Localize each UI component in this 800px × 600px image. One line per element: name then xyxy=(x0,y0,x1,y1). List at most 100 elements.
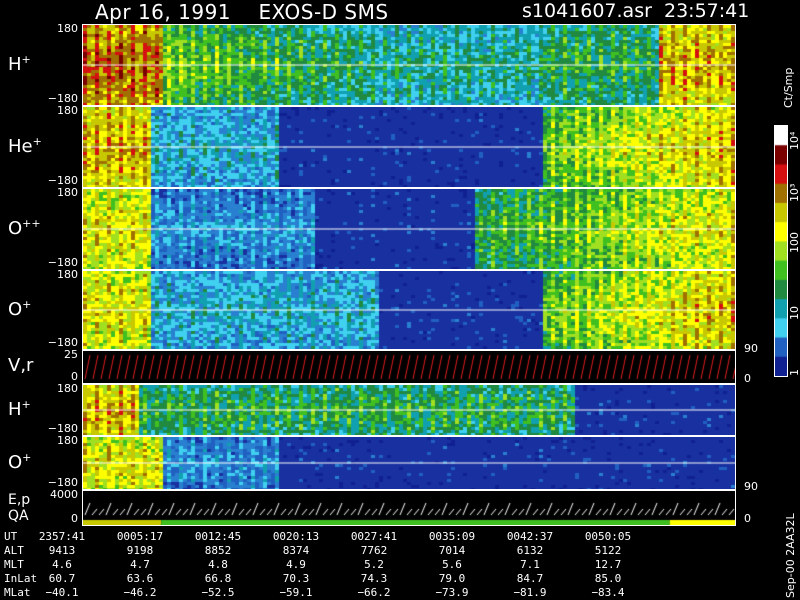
orbit-cell: 0042:37 xyxy=(506,530,554,543)
panel-6-label: H+ xyxy=(8,398,31,420)
orbit-cell: 0020:13 xyxy=(272,530,320,543)
orbit-cell: −66.2 xyxy=(357,586,391,599)
footer-id: Sep-00 2AA32L xyxy=(784,513,797,598)
panel-2-top-tick: 180 xyxy=(57,104,78,117)
right-tick-p7: 90 xyxy=(744,480,758,493)
orbit-cell: −40.1 xyxy=(45,586,79,599)
colorbar-units: Ct/Smp xyxy=(782,67,795,108)
panel-8-label: E,p QA xyxy=(8,492,30,524)
orbit-cell: 8852 xyxy=(204,544,232,557)
orbit-cell: 7014 xyxy=(438,544,466,557)
panel-6-top-tick: 180 xyxy=(57,382,78,395)
orbit-cell: 7762 xyxy=(360,544,388,557)
panel-4-top-tick: 180 xyxy=(57,268,78,281)
panel-4-label: O+ xyxy=(8,298,31,320)
orbit-cell: −73.9 xyxy=(435,586,469,599)
orbit-cell: 84.7 xyxy=(516,572,544,585)
orbit-cell: 9198 xyxy=(126,544,154,557)
panel-5-spectrogram xyxy=(83,351,735,383)
colorbar-tick-1: 10³ xyxy=(788,183,800,202)
orbit-cell: 0012:45 xyxy=(194,530,242,543)
panel-4-ion: O xyxy=(8,299,23,320)
panel-5-label: V,r xyxy=(8,355,33,376)
panel-6-ion: H xyxy=(8,399,22,420)
orbit-cell: 0005:17 xyxy=(116,530,164,543)
panel-2 xyxy=(82,106,736,188)
orbit-row-label: UT xyxy=(4,530,18,543)
plot-title: Apr 16, 1991 EXOS-D SMS xyxy=(95,0,389,24)
right-tick-p5a: 0 xyxy=(744,372,751,385)
panel-5-top-tick: 25 xyxy=(64,348,78,361)
orbit-cell: 8374 xyxy=(282,544,310,557)
orbit-cell: 0027:41 xyxy=(350,530,398,543)
panel-8-top-tick: 4000 xyxy=(50,488,78,501)
panel-8-spectrogram xyxy=(83,491,735,525)
colorbar-tick-0: 10⁴ xyxy=(788,131,800,150)
panel-5 xyxy=(82,350,736,384)
orbit-cell: −46.2 xyxy=(123,586,157,599)
orbit-cell: 12.7 xyxy=(594,558,622,571)
orbit-cell: 5.2 xyxy=(364,558,384,571)
colorbar-gradient xyxy=(775,126,787,376)
panel-3 xyxy=(82,188,736,270)
panel-3-top-tick: 180 xyxy=(57,186,78,199)
orbit-cell: 0050:05 xyxy=(584,530,632,543)
orbit-cell: −83.4 xyxy=(591,586,625,599)
orbit-cell: 79.0 xyxy=(438,572,466,585)
orbit-cell: 5.6 xyxy=(442,558,462,571)
orbit-row-label: ALT xyxy=(4,544,24,557)
panel-8-qa-label: QA xyxy=(8,508,29,524)
panel-1-charge: + xyxy=(21,53,31,66)
panel-7-top-tick: 180 xyxy=(57,434,78,447)
panel-6-charge: + xyxy=(21,398,31,411)
panel-2-label: He+ xyxy=(8,135,42,157)
panel-1-label: H+ xyxy=(8,53,31,75)
panel-1 xyxy=(82,24,736,106)
panel-1-top-tick: 180 xyxy=(57,22,78,35)
panel-4-spectrogram xyxy=(83,271,735,349)
panel-7-label: O+ xyxy=(8,451,31,473)
orbit-cell: 4.8 xyxy=(208,558,228,571)
panel-8-bottom-tick: 0 xyxy=(71,512,78,525)
orbit-row-label: MLT xyxy=(4,558,24,571)
panel-8-ion: E,p xyxy=(8,492,31,508)
panel-1-spectrogram xyxy=(83,25,735,105)
orbit-cell: 9413 xyxy=(48,544,76,557)
panel-7-ion: O xyxy=(8,452,23,473)
panel-4 xyxy=(82,270,736,350)
orbit-cell: 5122 xyxy=(594,544,622,557)
panel-7-spectrogram xyxy=(83,437,735,489)
panel-2-charge: + xyxy=(32,135,42,148)
orbit-cell: 6132 xyxy=(516,544,544,557)
right-tick-p8: 0 xyxy=(744,512,751,525)
right-tick-p4: 90 xyxy=(744,342,758,355)
colorbar xyxy=(774,125,788,377)
orbit-cell: 85.0 xyxy=(594,572,622,585)
panel-6 xyxy=(82,384,736,436)
colorbar-tick-3: 10 xyxy=(788,306,800,320)
orbit-cell: 4.6 xyxy=(52,558,72,571)
orbit-cell: 74.3 xyxy=(360,572,388,585)
panel-3-label: O++ xyxy=(8,217,41,239)
orbit-cell: 70.3 xyxy=(282,572,310,585)
colorbar-tick-4: 1 xyxy=(788,369,800,376)
orbit-row-label: MLat xyxy=(4,586,31,599)
colorbar-tick-2: 100 xyxy=(788,232,800,253)
orbit-cell: 7.1 xyxy=(520,558,540,571)
panel-3-charge: ++ xyxy=(22,217,41,230)
orbit-cell: 2357:41 xyxy=(38,530,86,543)
panel-5-ion: V,r xyxy=(8,355,34,376)
panel-8 xyxy=(82,490,736,526)
orbit-cell: 4.7 xyxy=(130,558,150,571)
panel-7-charge: + xyxy=(22,451,32,464)
panel-6-spectrogram xyxy=(83,385,735,435)
orbit-cell: 66.8 xyxy=(204,572,232,585)
panel-2-ion: He xyxy=(8,136,33,157)
panel-2-spectrogram xyxy=(83,107,735,187)
orbit-cell: 60.7 xyxy=(48,572,76,585)
orbit-cell: −81.9 xyxy=(513,586,547,599)
panel-3-ion: O xyxy=(8,218,23,239)
panel-7 xyxy=(82,436,736,490)
file-time-label: s1041607.asr 23:57:41 xyxy=(522,0,750,22)
orbit-cell: −52.5 xyxy=(201,586,235,599)
